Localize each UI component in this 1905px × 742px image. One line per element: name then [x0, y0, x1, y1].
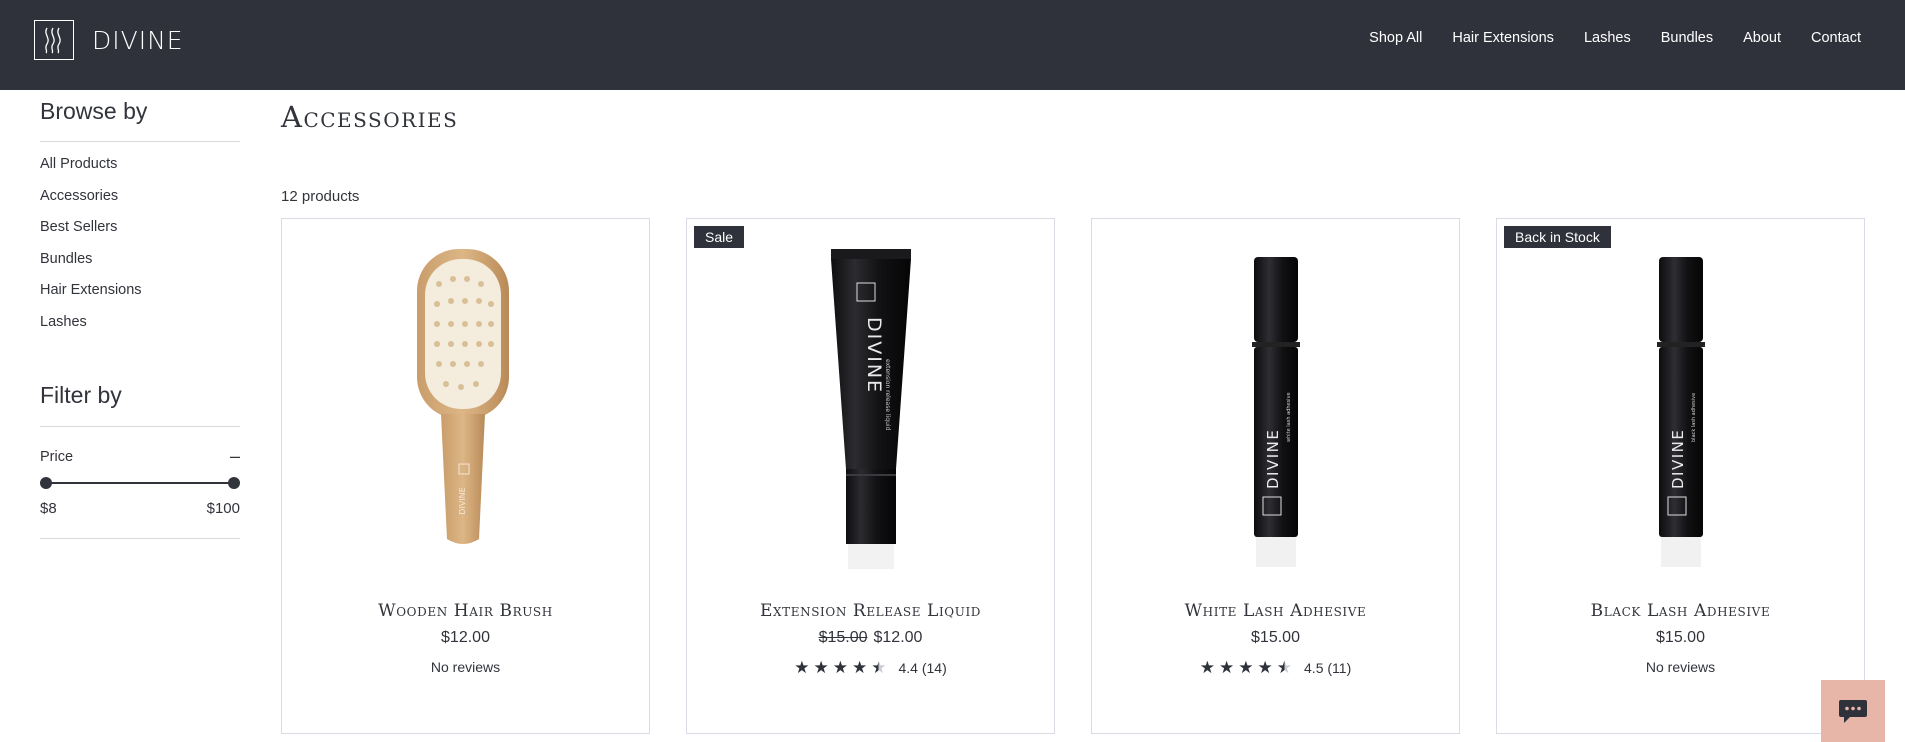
product-image[interactable]: DIVINE white lash adhesive — [1092, 239, 1459, 567]
nav-about[interactable]: About — [1743, 30, 1781, 46]
star-icon: ★ — [832, 658, 848, 677]
price-range-labels: $8 $100 — [40, 500, 240, 517]
nav-contact[interactable]: Contact — [1811, 30, 1861, 46]
star-icon: ★ — [813, 658, 829, 677]
reviews: No reviews — [1497, 659, 1864, 675]
product-image[interactable]: DIVINE black lash adhesive — [1497, 239, 1864, 567]
reviews[interactable]: ★ ★ ★ ★ ★ 4.5 (11) — [1092, 659, 1459, 676]
product-count: 12 products — [281, 188, 360, 205]
current-price: $12.00 — [441, 629, 490, 646]
product-name[interactable]: Black Lash Adhesive — [1497, 601, 1864, 621]
adhesive-bottle-icon: DIVINE black lash adhesive — [1656, 257, 1705, 567]
tube-icon: DIVINE extension release liquid — [830, 249, 911, 569]
product-grid: DIVINE Wooden Hair Brush $12.00 No revie… — [281, 218, 1866, 734]
star-icon: ★ — [851, 658, 868, 677]
logo-waves-icon — [34, 20, 74, 60]
product-card[interactable]: Sale DIVINE extension release liquid Ext… — [686, 218, 1055, 734]
no-reviews-text: No reviews — [1645, 659, 1716, 675]
divider — [40, 141, 240, 142]
product-card[interactable]: DIVINE Wooden Hair Brush $12.00 No revie… — [281, 218, 650, 734]
price-filter-label: Price — [40, 448, 74, 465]
product-image[interactable]: DIVINE extension release liquid — [687, 239, 1054, 569]
chat-bubble-icon — [1839, 700, 1867, 723]
product-price: $15.00 $12.00 — [687, 629, 1054, 647]
hair-brush-icon: DIVINE — [416, 249, 509, 544]
star-icon: ★ — [1238, 658, 1254, 677]
reviews[interactable]: ★ ★ ★ ★ ★ 4.4 (14) — [687, 659, 1054, 676]
category-accessories[interactable]: Accessories — [40, 188, 142, 220]
category-best-sellers[interactable]: Best Sellers — [40, 219, 142, 251]
bottle-brand-text: DIVINE — [1264, 429, 1282, 489]
browse-heading: Browse by — [40, 98, 148, 124]
page-title: Accessories — [281, 100, 459, 134]
tube-label-text: extension release liquid — [884, 359, 891, 431]
price-filter-header[interactable]: Price – — [40, 446, 240, 467]
rating-value: 4.5 — [1304, 659, 1324, 676]
nav-shop-all[interactable]: Shop All — [1369, 30, 1422, 46]
category-hair-extensions[interactable]: Hair Extensions — [40, 282, 142, 314]
no-reviews-text: No reviews — [430, 659, 501, 675]
tube-brand-text: DIVINE — [863, 317, 885, 394]
current-price: $15.00 — [1656, 629, 1705, 646]
site-header: DIVINE Shop All Hair Extensions Lashes B… — [0, 0, 1905, 90]
logo[interactable]: DIVINE — [34, 20, 184, 60]
review-count: (11) — [1327, 659, 1352, 676]
star-icon: ★ — [794, 658, 810, 677]
product-card[interactable]: Back in Stock DIVINE black lash adhesive… — [1496, 218, 1865, 734]
logo-text: DIVINE — [92, 25, 184, 55]
slider-track — [46, 482, 234, 484]
adhesive-bottle-icon: DIVINE white lash adhesive — [1251, 257, 1300, 567]
original-price: $15.00 — [818, 629, 868, 646]
category-all-products[interactable]: All Products — [40, 156, 142, 188]
current-price: $12.00 — [873, 629, 923, 646]
half-star-icon: ★ — [871, 658, 887, 677]
divider — [40, 426, 240, 427]
product-image[interactable]: DIVINE — [282, 239, 649, 544]
price-min-label: $8 — [40, 500, 57, 517]
nav-hair-extensions[interactable]: Hair Extensions — [1452, 30, 1554, 46]
divider — [40, 538, 240, 539]
chat-button[interactable] — [1821, 680, 1885, 742]
star-icon: ★ — [1199, 658, 1216, 677]
product-price: $12.00 — [282, 629, 649, 647]
bottle-label-text: white lash adhesive — [1286, 392, 1292, 442]
reviews: No reviews — [282, 659, 649, 675]
slider-max-handle[interactable] — [228, 477, 240, 489]
star-icon: ★ — [1257, 658, 1273, 677]
filter-heading: Filter by — [40, 382, 122, 408]
nav-bundles[interactable]: Bundles — [1661, 30, 1713, 46]
price-range-slider[interactable] — [40, 477, 240, 489]
main-nav: Shop All Hair Extensions Lashes Bundles … — [1369, 30, 1861, 46]
current-price: $15.00 — [1251, 629, 1300, 646]
brush-brand-text: DIVINE — [458, 487, 467, 514]
rating-value: 4.4 — [898, 659, 918, 676]
category-lashes[interactable]: Lashes — [40, 314, 142, 346]
slider-min-handle[interactable] — [40, 477, 52, 489]
collapse-minus-icon[interactable]: – — [230, 446, 240, 467]
review-count: (14) — [921, 659, 947, 676]
star-icon: ★ — [1219, 658, 1235, 677]
bottle-label-text: black lash adhesive — [1691, 393, 1697, 442]
product-price: $15.00 — [1497, 629, 1864, 647]
product-card[interactable]: DIVINE white lash adhesive White Lash Ad… — [1091, 218, 1460, 734]
product-name[interactable]: Wooden Hair Brush — [282, 601, 649, 621]
nav-lashes[interactable]: Lashes — [1584, 30, 1631, 46]
product-name[interactable]: Extension Release Liquid — [687, 601, 1054, 621]
product-price: $15.00 — [1092, 629, 1459, 647]
star-rating: ★ ★ ★ ★ ★ — [1200, 659, 1292, 676]
star-rating: ★ ★ ★ ★ ★ — [794, 659, 886, 676]
product-name[interactable]: White Lash Adhesive — [1092, 601, 1459, 621]
bottle-brand-text: DIVINE — [1669, 429, 1687, 489]
category-bundles[interactable]: Bundles — [40, 251, 142, 283]
price-max-label: $100 — [206, 500, 240, 517]
category-list: All Products Accessories Best Sellers Bu… — [40, 156, 142, 346]
half-star-icon: ★ — [1276, 658, 1293, 677]
